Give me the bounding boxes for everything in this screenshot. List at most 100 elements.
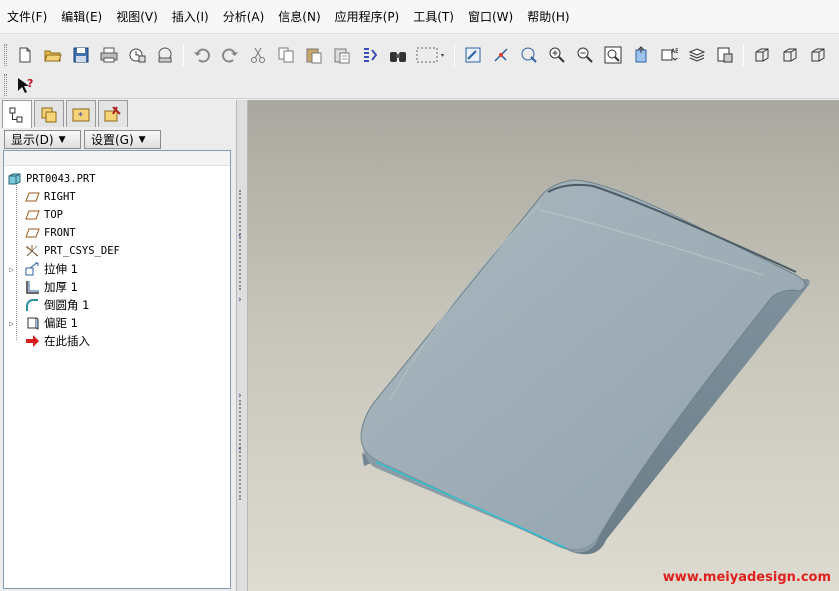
whats-this-icon[interactable]: ? [13,73,37,97]
tree-item-extrude[interactable]: ▷ 拉伸 1 [4,260,230,278]
toolbar-separator [743,44,744,66]
copy-icon[interactable] [274,43,298,67]
open-folder-icon[interactable] [41,43,65,67]
navigator-panel: * 显示(D) ▼ 设置(G) ▼ PRT0043.PRT RIGHT TOP FR… [0,100,236,591]
connections-tab[interactable] [98,100,128,127]
model-tree-header [4,151,230,166]
folder-browser-tab[interactable] [34,100,64,127]
cut-icon[interactable] [246,43,270,67]
panel-splitter[interactable]: ‹ › › ‹ [236,100,248,591]
menu-file[interactable]: 文件(F) [6,6,48,27]
expand-arrow-icon[interactable]: ▷ [9,265,14,274]
print-icon[interactable] [97,43,121,67]
collapse-left-icon[interactable]: ‹ [238,232,242,241]
regenerate-icon[interactable] [358,43,382,67]
datum-plane-icon [24,208,40,222]
favorites-tab[interactable]: * [66,100,96,127]
menu-view[interactable]: 视图(V) [115,6,159,27]
tree-item-offset[interactable]: ▷ 偏距 1 [4,314,230,332]
svg-text:AB: AB [671,48,678,55]
tree-item-label: TOP [44,209,63,221]
menu-bar: 文件(F) 编辑(E) 视图(V) 插入(I) 分析(A) 信息(N) 应用程序… [0,0,839,34]
watermark-text: www.meiyadesign.com [662,570,831,585]
tree-item-csys[interactable]: PRT_CSYS_DEF [4,242,230,260]
tree-item-label: 加厚 1 [44,280,78,294]
hidden-line-icon[interactable] [778,43,802,67]
tree-item-front[interactable]: FRONT [4,224,230,242]
save-icon[interactable] [69,43,93,67]
saved-views-icon[interactable]: AB [657,43,681,67]
toolbar-grip[interactable] [4,44,7,66]
part-icon [6,172,22,186]
no-hidden-icon[interactable] [806,43,830,67]
menu-window[interactable]: 窗口(W) [467,6,514,27]
toolbar-row-main: AB [4,41,832,69]
view-manager-icon[interactable] [713,43,737,67]
svg-text:*: * [78,111,83,122]
menu-info[interactable]: 信息(N) [277,6,321,27]
spin-center-icon[interactable] [489,43,513,67]
repaint-icon[interactable] [461,43,485,67]
zoom-in-icon[interactable] [545,43,569,67]
expand-right-icon[interactable]: › [238,392,242,401]
navigator-tabs: * [2,100,130,128]
settings-dropdown-button[interactable]: 设置(G) ▼ [84,130,161,149]
thicken-icon [24,280,40,294]
tree-toolbar: 显示(D) ▼ 设置(G) ▼ [4,130,164,149]
expand-right-icon[interactable]: › [238,296,242,305]
3d-model [360,179,810,555]
tree-item-label: 拉伸 1 [44,262,78,276]
datum-plane-icon [24,226,40,240]
select-box-icon[interactable] [414,43,448,67]
settings-button-label: 设置(G) [91,133,134,147]
mail-attach-icon[interactable] [153,43,177,67]
tree-item-label: RIGHT [44,191,76,203]
show-button-label: 显示(D) [11,133,54,147]
tree-item-thicken[interactable]: 加厚 1 [4,278,230,296]
coordinate-system-icon [24,244,40,258]
send-mail-icon[interactable] [125,43,149,67]
show-dropdown-button[interactable]: 显示(D) ▼ [4,130,81,149]
tree-item-label: 偏距 1 [44,316,78,330]
menu-analysis[interactable]: 分析(A) [222,6,266,27]
orient-icon[interactable] [517,43,541,67]
expand-arrow-icon[interactable]: ▷ [9,319,14,328]
undo-icon[interactable] [190,43,214,67]
tree-item-right[interactable]: RIGHT [4,188,230,206]
paste-icon[interactable] [302,43,326,67]
reorient-icon[interactable] [629,43,653,67]
menu-tools[interactable]: 工具(T) [412,6,455,27]
insert-here-icon [24,334,40,348]
menu-help[interactable]: 帮助(H) [526,6,570,27]
menu-edit[interactable]: 编辑(E) [60,6,103,27]
chevron-down-icon: ▼ [58,134,66,145]
tree-root-label: PRT0043.PRT [26,173,96,185]
menu-insert[interactable]: 插入(I) [171,6,210,27]
tree-item-insert-here[interactable]: 在此插入 [4,332,230,350]
zoom-out-icon[interactable] [573,43,597,67]
new-file-icon[interactable] [13,43,37,67]
tree-root[interactable]: PRT0043.PRT [4,170,230,188]
shading-icon[interactable] [750,43,774,67]
paste-special-icon[interactable] [330,43,354,67]
tree-item-label: 倒圆角 1 [44,298,90,312]
find-binoculars-icon[interactable] [386,43,410,67]
model-tree-tab[interactable] [2,100,32,128]
round-icon [24,298,40,312]
toolbar-separator [183,44,184,66]
redo-icon[interactable] [218,43,242,67]
collapse-left-icon[interactable]: ‹ [238,445,242,454]
toolbar-row-help: ? [4,71,39,99]
tree-item-round[interactable]: 倒圆角 1 [4,296,230,314]
refit-icon[interactable] [601,43,625,67]
toolbar: AB ? [0,35,839,99]
tree-item-top[interactable]: TOP [4,206,230,224]
graphics-viewport[interactable]: www.meiyadesign.com [248,100,839,591]
svg-text:?: ? [27,77,33,90]
model-tree-items: PRT0043.PRT RIGHT TOP FRONT PRT_CSYS_DEF… [4,166,230,350]
layers-icon[interactable] [685,43,709,67]
tree-item-label: 在此插入 [44,334,90,348]
menu-applications[interactable]: 应用程序(P) [334,6,401,27]
datum-plane-icon [24,190,40,204]
toolbar-grip[interactable] [4,74,7,96]
